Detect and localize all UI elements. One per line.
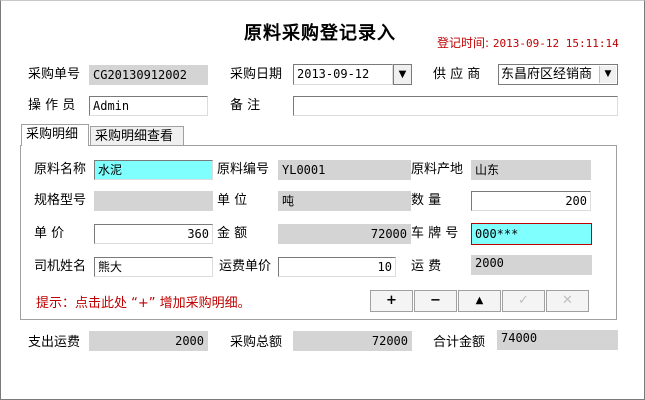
registration-time-label: 登记时间: [437, 36, 490, 50]
add-detail-button[interactable]: + [370, 290, 413, 312]
supplier-select[interactable]: 东昌府区经销商 ▼ [498, 64, 618, 85]
grand-total-label: 合计金额 [433, 335, 486, 350]
driver-label: 司机姓名 [34, 259, 87, 274]
operator-label: 操 作 员 [28, 98, 76, 113]
order-no-field: CG20130912002 [89, 65, 208, 85]
price-field[interactable]: 360 [94, 224, 213, 244]
material-code-label: 原料编号 [217, 162, 270, 177]
chevron-down-icon: ▼ [599, 66, 616, 83]
registration-time: 登记时间: 2013-09-12 15:11:14 [437, 34, 619, 51]
purchase-date-label: 采购日期 [230, 67, 283, 82]
quantity-label: 数 量 [411, 193, 442, 208]
purchase-total-label: 采购总额 [230, 335, 283, 350]
confirm-button[interactable]: ✓ [502, 290, 545, 312]
freight-field: 2000 [471, 255, 592, 275]
spec-label: 规格型号 [34, 193, 87, 208]
purchase-date-field[interactable]: 2013-09-12 [293, 64, 393, 85]
tab-purchase-detail-view[interactable]: 采购明细查看 [90, 126, 184, 146]
tab-purchase-detail[interactable]: 采购明细 [21, 124, 89, 146]
origin-label: 原料产地 [411, 162, 464, 177]
freight-price-label: 运费单价 [219, 259, 272, 274]
operator-field[interactable]: Admin [89, 96, 208, 116]
remark-label: 备 注 [230, 98, 261, 113]
origin-field: 山东 [471, 160, 591, 180]
minus-icon: − [430, 293, 441, 308]
plate-label: 车 牌 号 [411, 226, 459, 241]
order-no-label: 采购单号 [28, 67, 81, 82]
purchase-total-field: 72000 [293, 331, 412, 351]
driver-field[interactable]: 熊大 [94, 257, 213, 277]
material-code-field: YL0001 [278, 160, 411, 180]
hint-text: 提示：点击此处 “+” 增加采购明细。 [36, 296, 251, 311]
freight-label: 运 费 [411, 259, 442, 274]
freight-paid-field: 2000 [89, 331, 208, 351]
material-name-field[interactable]: 水泥 [94, 160, 213, 180]
registration-time-value: 2013-09-12 15:11:14 [492, 37, 619, 50]
price-label: 单 价 [34, 226, 65, 241]
amount-field: 72000 [278, 224, 411, 244]
quantity-field[interactable]: 200 [471, 191, 591, 211]
spec-field [94, 191, 213, 211]
check-icon: ✓ [518, 293, 529, 308]
remark-field[interactable] [293, 96, 618, 116]
move-up-button[interactable]: ▲ [458, 290, 501, 312]
amount-label: 金 额 [217, 226, 248, 241]
remove-detail-button[interactable]: − [414, 290, 457, 312]
plate-field[interactable]: 000*** [471, 223, 592, 245]
chevron-down-icon: ▼ [398, 69, 407, 80]
cancel-button[interactable]: ✕ [546, 290, 589, 312]
supplier-label: 供 应 商 [433, 67, 481, 82]
unit-field: 吨 [278, 191, 411, 211]
date-picker-button[interactable]: ▼ [393, 64, 412, 85]
triangle-up-icon: ▲ [475, 295, 484, 306]
purchase-registration-window: 原料采购登记录入 登记时间: 2013-09-12 15:11:14 采购单号 … [0, 0, 645, 400]
close-icon: ✕ [562, 293, 573, 308]
plus-icon: + [386, 293, 397, 308]
unit-label: 单 位 [217, 193, 248, 208]
supplier-value: 东昌府区经销商 [501, 67, 593, 82]
freight-paid-label: 支出运费 [28, 335, 81, 350]
page-title: 原料采购登记录入 [244, 23, 396, 44]
freight-price-field[interactable]: 10 [278, 257, 396, 277]
material-name-label: 原料名称 [34, 162, 87, 177]
grand-total-field: 74000 [497, 330, 618, 350]
